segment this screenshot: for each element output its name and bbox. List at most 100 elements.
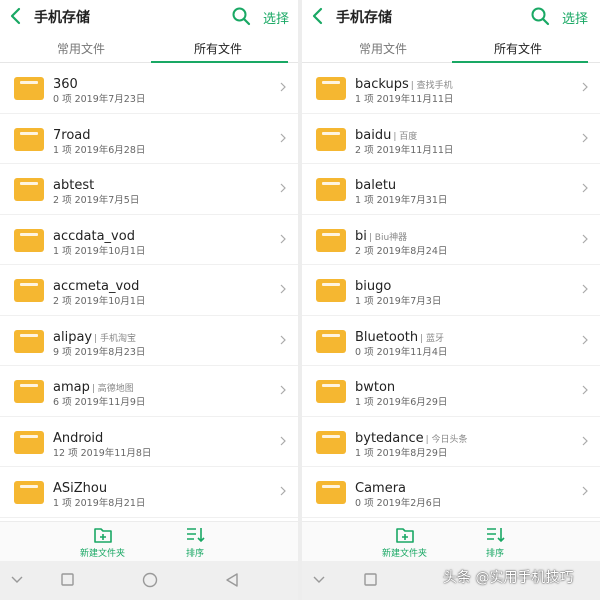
folder-name: 360 [53,77,78,92]
folder-icon [316,178,346,201]
sort-label: 排序 [485,549,504,559]
folder-app-alias: | 高德地图 [91,384,134,394]
folder-meta: 0 项 2019年2月6日 [355,498,442,509]
folder-icon [316,279,346,302]
folder-icon [14,279,44,302]
chevron-right-icon [582,234,588,243]
list-item[interactable]: 360 0 项 2019年7月23日 [0,63,298,114]
folder-name: bi [355,228,367,244]
nav-home-icon[interactable] [142,572,158,588]
new-folder-label: 新建文件夹 [80,549,126,559]
list-item[interactable]: accmeta_vod 2 项 2019年10月1日 [0,265,298,316]
folder-app-alias: | 手机淘宝 [94,333,137,344]
folder-icon [316,77,346,100]
list-item[interactable]: alipay | 手机淘宝 9 项 2019年8月23日 [0,316,298,366]
chevron-right-icon [582,385,588,395]
folder-icon [14,380,44,403]
system-nav-bar [0,561,298,600]
folder-app-alias: | 查找手机 [410,81,453,91]
watermark-text: 头条 @实用手机技巧 [443,570,574,586]
page-title: 手机存储 [336,10,392,26]
folder-name: Bluetooth [355,329,419,345]
tab-all-files[interactable]: 所有文件 [494,40,542,57]
list-item[interactable]: bytedance | 今日头条 1 项 2019年8月29日 [302,417,600,467]
sort-button[interactable]: 排序 [485,526,505,559]
nav-recents-icon[interactable] [61,573,74,586]
tab-all-files[interactable]: 所有文件 [194,40,242,57]
tab-recent-files[interactable]: 常用文件 [57,40,105,57]
list-item[interactable]: baidu | 百度 2 项 2019年11月11日 [302,114,600,164]
folder-meta: 1 项 2019年7月31日 [355,195,448,206]
new-folder-icon [395,528,414,543]
search-icon[interactable] [231,6,251,26]
chevron-right-icon [280,385,286,395]
list-item[interactable]: baletu 1 项 2019年7月31日 [302,164,600,215]
folder-name: biugo [355,279,392,294]
folder-meta: 1 项 2019年6月29日 [355,397,448,408]
folder-name: bytedance [355,430,424,446]
folder-name: 7road [53,127,91,143]
list-item[interactable]: backups | 查找手机 1 项 2019年11月11日 [302,63,600,114]
new-folder-icon [93,528,112,543]
folder-icon [14,228,44,252]
tab-recent-files[interactable]: 常用文件 [359,40,407,57]
folder-name: bwton [355,380,396,395]
nav-recents-icon[interactable] [364,573,377,586]
list-item[interactable]: Bluetooth | 蓝牙 0 项 2019年11月4日 [302,316,600,366]
folder-meta: 1 项 2019年11月11日 [355,94,454,105]
folder-meta: 0 项 2019年11月4日 [355,346,448,358]
folder-name: abtest [53,178,95,193]
folder-meta: 0 项 2019年7月23日 [53,94,146,105]
chevron-right-icon [280,82,286,92]
folder-meta: 1 项 2019年6月28日 [53,144,146,156]
folder-meta: 1 项 2019年8月29日 [355,447,448,459]
list-item[interactable]: Android 12 项 2019年11月8日 [0,417,298,467]
back-arrow-icon[interactable] [8,6,24,26]
folder-meta: 6 项 2019年11月9日 [53,397,146,408]
folder-icon [14,178,44,201]
list-item[interactable]: accdata_vod 1 项 2019年10月1日 [0,215,298,265]
list-item[interactable]: 7road 1 项 2019年6月28日 [0,114,298,164]
folder-meta: 2 项 2019年10月1日 [53,296,146,307]
chevron-right-icon [280,436,286,445]
select-button[interactable]: 选择 [562,8,588,27]
file-manager-panel-left: 手机存储 选择 常用文件 所有文件 360 0 项 2019年7月23日 7roa… [0,0,298,600]
chevron-right-icon [582,82,588,92]
folder-icon [14,430,44,454]
folder-meta: 12 项 2019年11月8日 [53,447,152,459]
sort-icon [187,528,205,543]
select-button[interactable]: 选择 [263,8,289,27]
chevron-right-icon [582,486,588,496]
folder-meta: 2 项 2019年11月11日 [355,144,454,156]
bottom-action-bar: 新建文件夹 排序 [0,521,298,561]
new-folder-button[interactable]: 新建文件夹 [80,526,125,559]
list-item[interactable]: bwton 1 项 2019年6月29日 [302,366,600,417]
list-item[interactable]: bi | Biu神器 2 项 2019年8月24日 [302,215,600,265]
list-item[interactable]: amap | 高德地图 6 项 2019年11月9日 [0,366,298,417]
list-item[interactable]: Camera 0 项 2019年2月6日 [302,467,600,518]
folder-meta: 1 项 2019年7月3日 [355,296,442,307]
list-item[interactable]: abtest 2 项 2019年7月5日 [0,164,298,215]
nav-chevron-down-icon[interactable] [11,576,23,584]
tab-bar: 常用文件 所有文件 [0,33,298,63]
list-item[interactable]: biugo 1 项 2019年7月3日 [302,265,600,316]
folder-icon [316,481,346,504]
search-icon[interactable] [530,6,550,26]
folder-app-alias: | 蓝牙 [420,333,445,344]
folder-name: baidu [355,127,392,143]
file-manager-panel-right: 手机存储 选择 常用文件 所有文件 backups | 查找手机 1 项 2019年… [302,0,600,600]
sort-icon [487,528,505,543]
sort-button[interactable]: 排序 [185,526,205,559]
folder-meta: 9 项 2019年8月23日 [53,346,146,358]
folder-icon [14,329,44,353]
list-item[interactable]: ASiZhou 1 项 2019年8月21日 [0,467,298,518]
folder-name: accmeta_vod [53,279,140,294]
chevron-right-icon [280,486,286,496]
new-folder-button[interactable]: 新建文件夹 [382,526,427,559]
folder-app-alias: | Biu神器 [368,232,408,243]
back-arrow-icon[interactable] [310,6,326,26]
nav-back-icon[interactable] [226,573,238,587]
nav-chevron-down-icon[interactable] [313,576,325,584]
folder-meta: 2 项 2019年8月24日 [355,245,448,257]
folder-app-alias: | 百度 [393,131,418,142]
